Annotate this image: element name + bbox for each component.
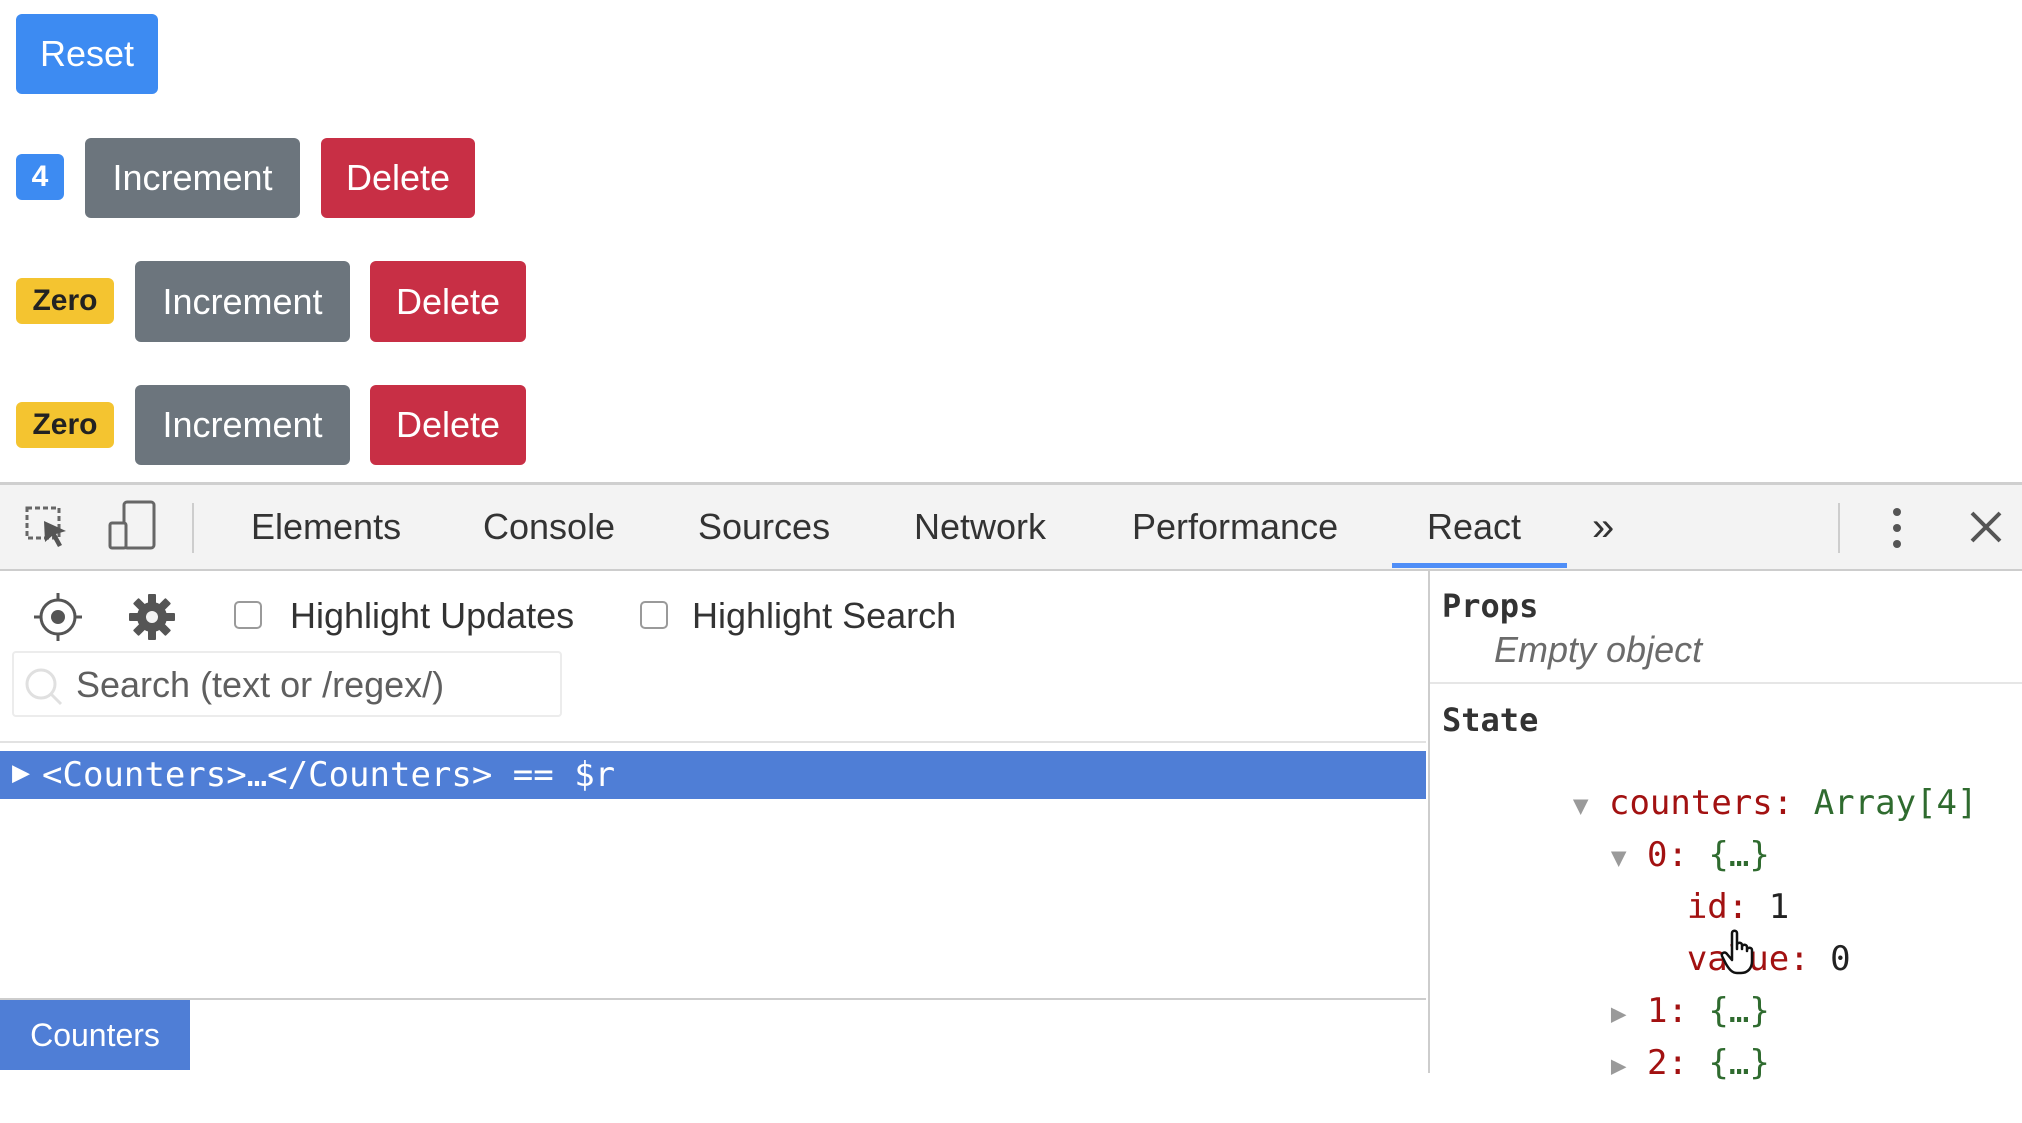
search-field[interactable]	[12, 651, 562, 717]
gear-icon[interactable]	[128, 593, 176, 646]
highlight-search-checkbox[interactable]	[640, 601, 668, 629]
highlight-updates-checkbox[interactable]	[234, 601, 262, 629]
increment-button[interactable]: Increment	[135, 261, 350, 342]
more-tabs-icon[interactable]: »	[1592, 485, 1614, 569]
tab-performance[interactable]: Performance	[1132, 485, 1338, 569]
delete-button[interactable]: Delete	[321, 138, 475, 218]
state-value: Array[4]	[1813, 783, 1978, 823]
state-value: {…}	[1708, 1043, 1770, 1083]
counter-badge: 4	[16, 154, 64, 200]
breadcrumb-counters[interactable]: Counters	[0, 1000, 190, 1070]
devtools-panel: Elements Console Sources Network Perform…	[0, 482, 2022, 1083]
state-value[interactable]: 0	[1830, 939, 1850, 979]
toolbar-separator	[192, 503, 194, 553]
counter-badge: Zero	[16, 402, 114, 448]
section-divider	[1430, 682, 2022, 684]
delete-button[interactable]: Delete	[370, 385, 526, 465]
props-heading: Props	[1442, 587, 1539, 625]
expand-triangle-icon[interactable]: ▶	[1611, 1051, 1627, 1081]
locate-target-icon[interactable]	[34, 593, 82, 646]
highlight-search-label: Highlight Search	[692, 595, 957, 636]
kebab-menu-icon[interactable]	[1884, 505, 1910, 556]
active-tab-indicator	[1392, 563, 1567, 568]
highlight-updates-label: Highlight Updates	[290, 595, 575, 636]
devtools-toolbar: Elements Console Sources Network Perform…	[0, 485, 2022, 571]
tab-sources[interactable]: Sources	[698, 485, 830, 569]
tab-react[interactable]: React	[1427, 485, 1521, 569]
tree-row-counters[interactable]: ▶ <Counters>…</Counters> == $r	[0, 751, 1426, 799]
state-item-2-row[interactable]: ▶ 2: {…}	[1488, 1003, 1770, 1123]
tab-elements[interactable]: Elements	[251, 485, 401, 569]
props-empty-text: Empty object	[1494, 629, 1703, 670]
device-toggle-icon[interactable]	[106, 499, 160, 558]
counter-badge: Zero	[16, 278, 114, 324]
inspect-element-icon[interactable]	[24, 503, 72, 556]
close-icon[interactable]	[1968, 509, 2004, 550]
increment-button[interactable]: Increment	[135, 385, 350, 465]
delete-button[interactable]: Delete	[370, 261, 526, 342]
search-input[interactable]	[74, 661, 548, 709]
state-heading: State	[1442, 701, 1539, 739]
pane-divider	[0, 741, 1426, 743]
increment-button[interactable]: Increment	[85, 138, 300, 218]
state-key: 2:	[1646, 1043, 1688, 1083]
tab-network[interactable]: Network	[914, 485, 1046, 569]
toolbar-separator	[1838, 503, 1840, 553]
props-state-pane: Props Empty object State ▼ counters: Arr…	[1428, 571, 2022, 1083]
reset-button[interactable]: Reset	[16, 14, 158, 94]
expand-triangle-icon[interactable]: ▶	[12, 755, 30, 790]
breadcrumb-divider	[0, 998, 1426, 1000]
tree-row-text: <Counters>…</Counters> == $r	[42, 755, 616, 795]
search-icon	[24, 667, 64, 712]
tab-console[interactable]: Console	[483, 485, 615, 569]
